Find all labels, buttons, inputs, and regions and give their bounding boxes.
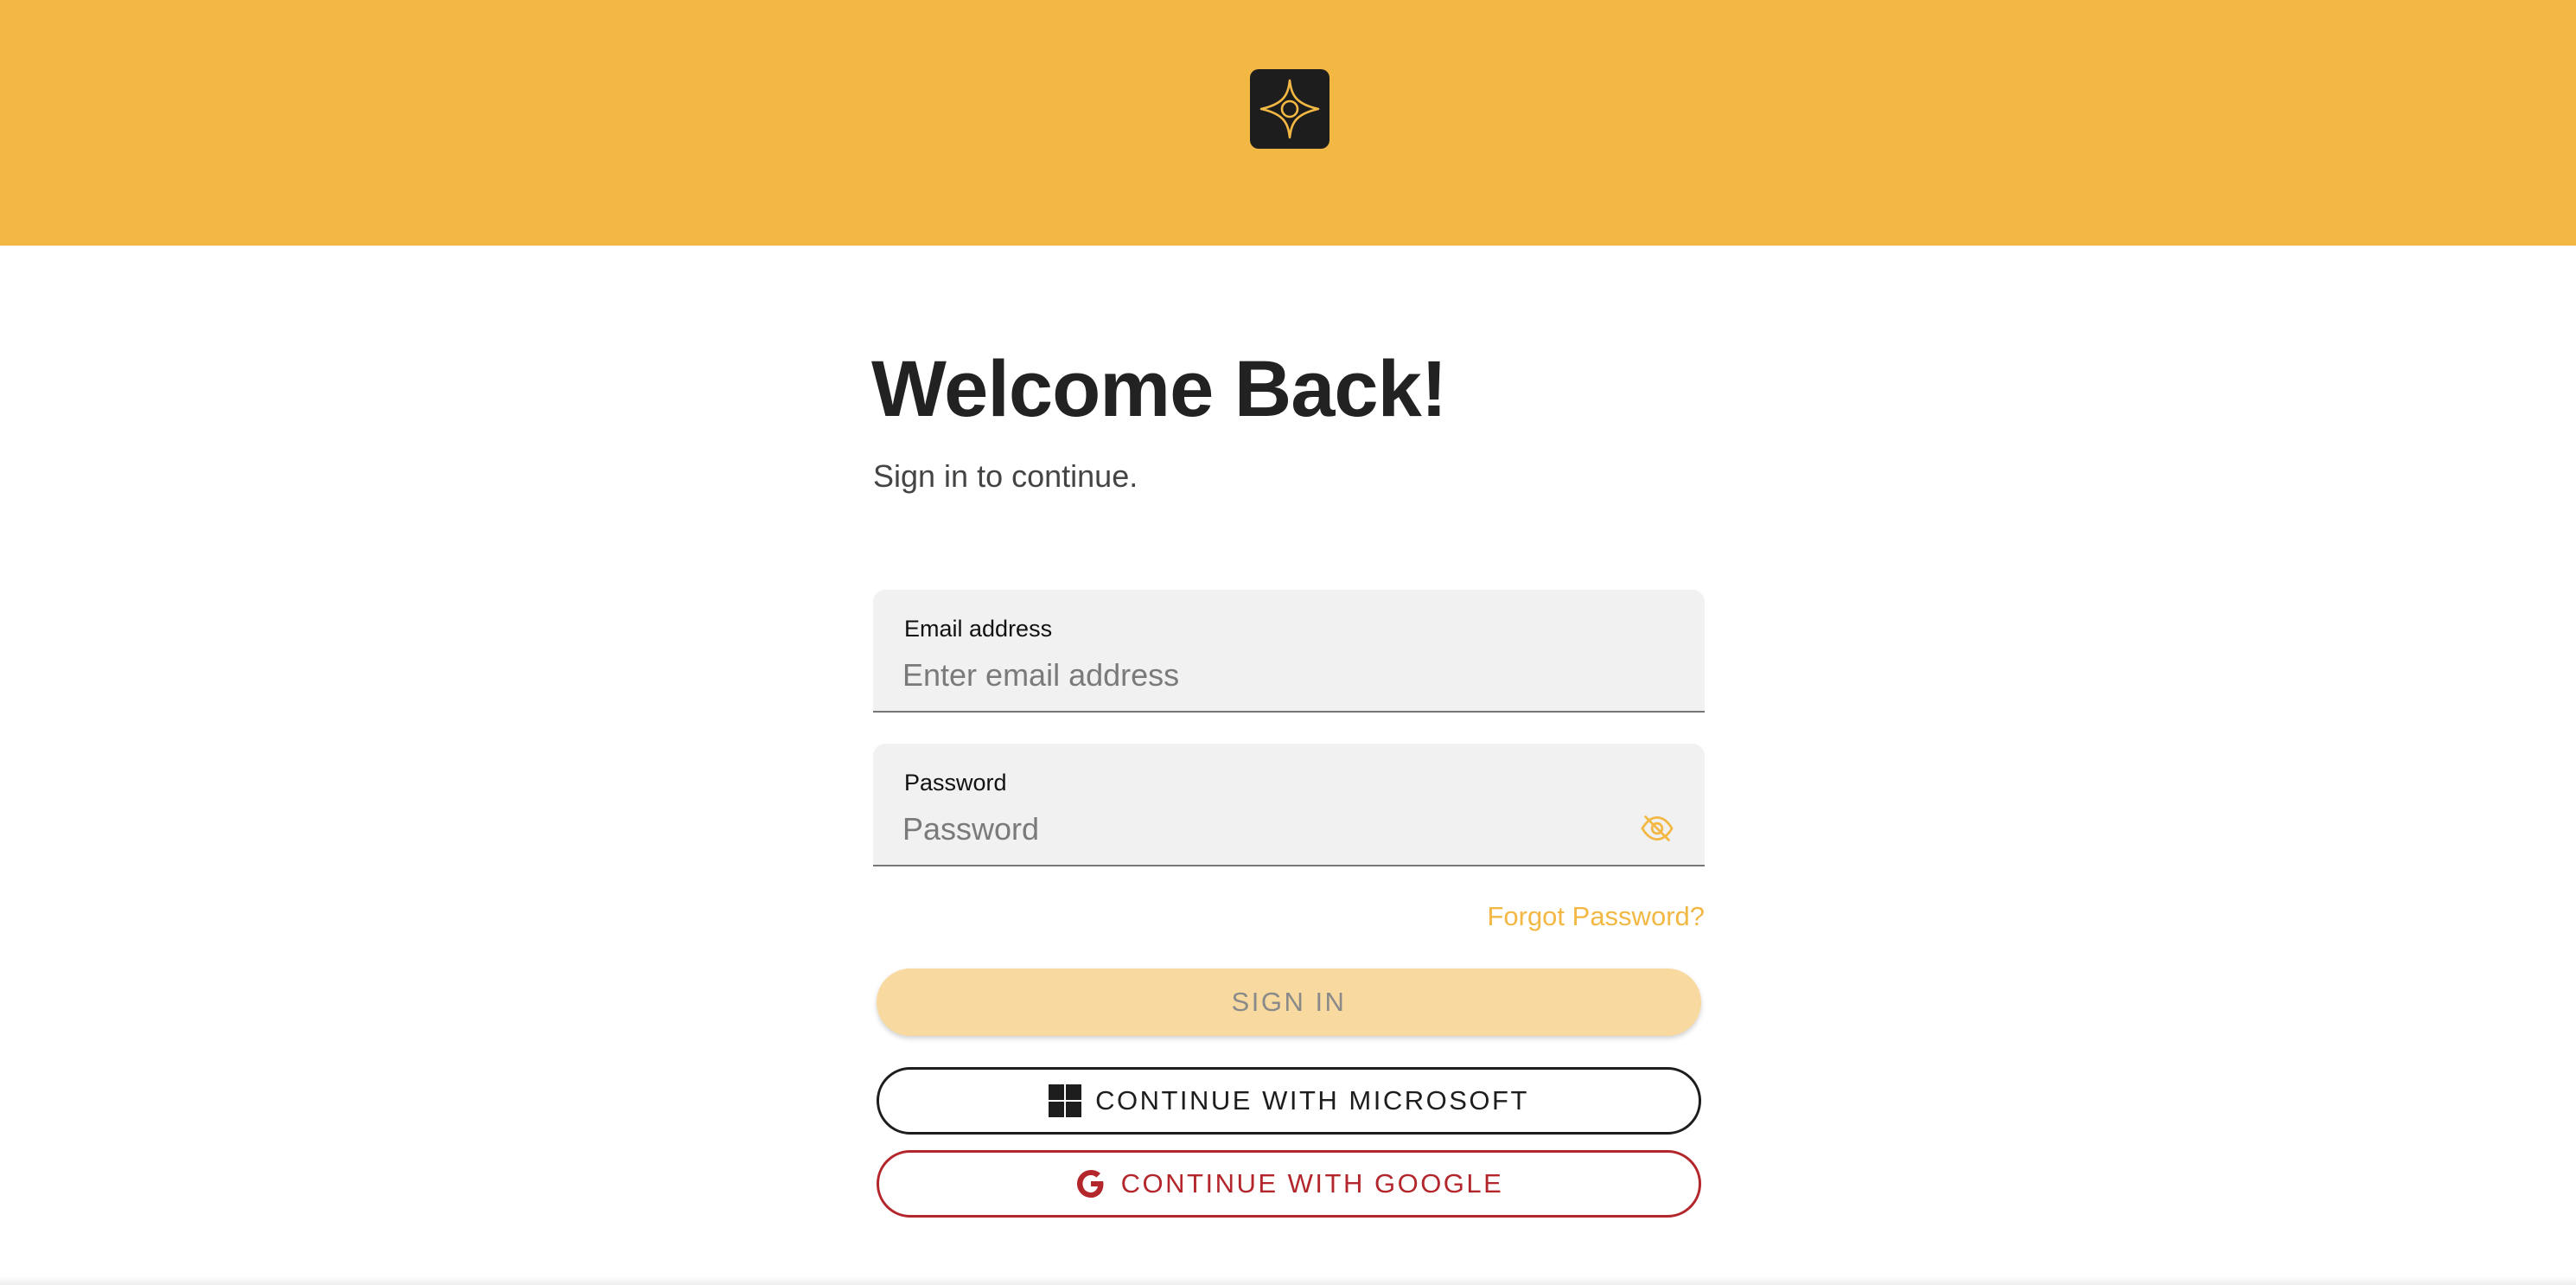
google-icon [1074, 1167, 1107, 1200]
continue-with-google-button[interactable]: CONTINUE WITH GOOGLE [877, 1150, 1701, 1218]
page-title: Welcome Back! [871, 345, 1447, 433]
forgot-password-link[interactable]: Forgot Password? [1487, 901, 1705, 932]
header-band [0, 0, 2576, 246]
password-field-label: Password [904, 770, 1007, 796]
continue-with-microsoft-button[interactable]: CONTINUE WITH MICROSOFT [877, 1067, 1701, 1135]
app-logo [1250, 69, 1329, 149]
page-subtitle: Sign in to continue. [873, 458, 1138, 494]
bottom-divider [0, 1276, 2576, 1285]
google-button-label: CONTINUE WITH GOOGLE [1120, 1168, 1504, 1199]
microsoft-button-label: CONTINUE WITH MICROSOFT [1095, 1085, 1529, 1116]
compass-star-icon [1259, 79, 1320, 139]
email-field-label: Email address [904, 616, 1053, 642]
sign-in-button-label: SIGN IN [1231, 987, 1347, 1017]
email-input[interactable] [902, 654, 1629, 697]
password-visibility-toggle[interactable] [1637, 811, 1677, 846]
microsoft-icon [1049, 1084, 1082, 1117]
password-field[interactable]: Password [873, 744, 1705, 866]
eye-off-icon [1641, 815, 1674, 841]
email-field[interactable]: Email address [873, 590, 1705, 713]
password-input[interactable] [902, 808, 1629, 851]
sign-in-button[interactable]: SIGN IN [877, 969, 1701, 1036]
